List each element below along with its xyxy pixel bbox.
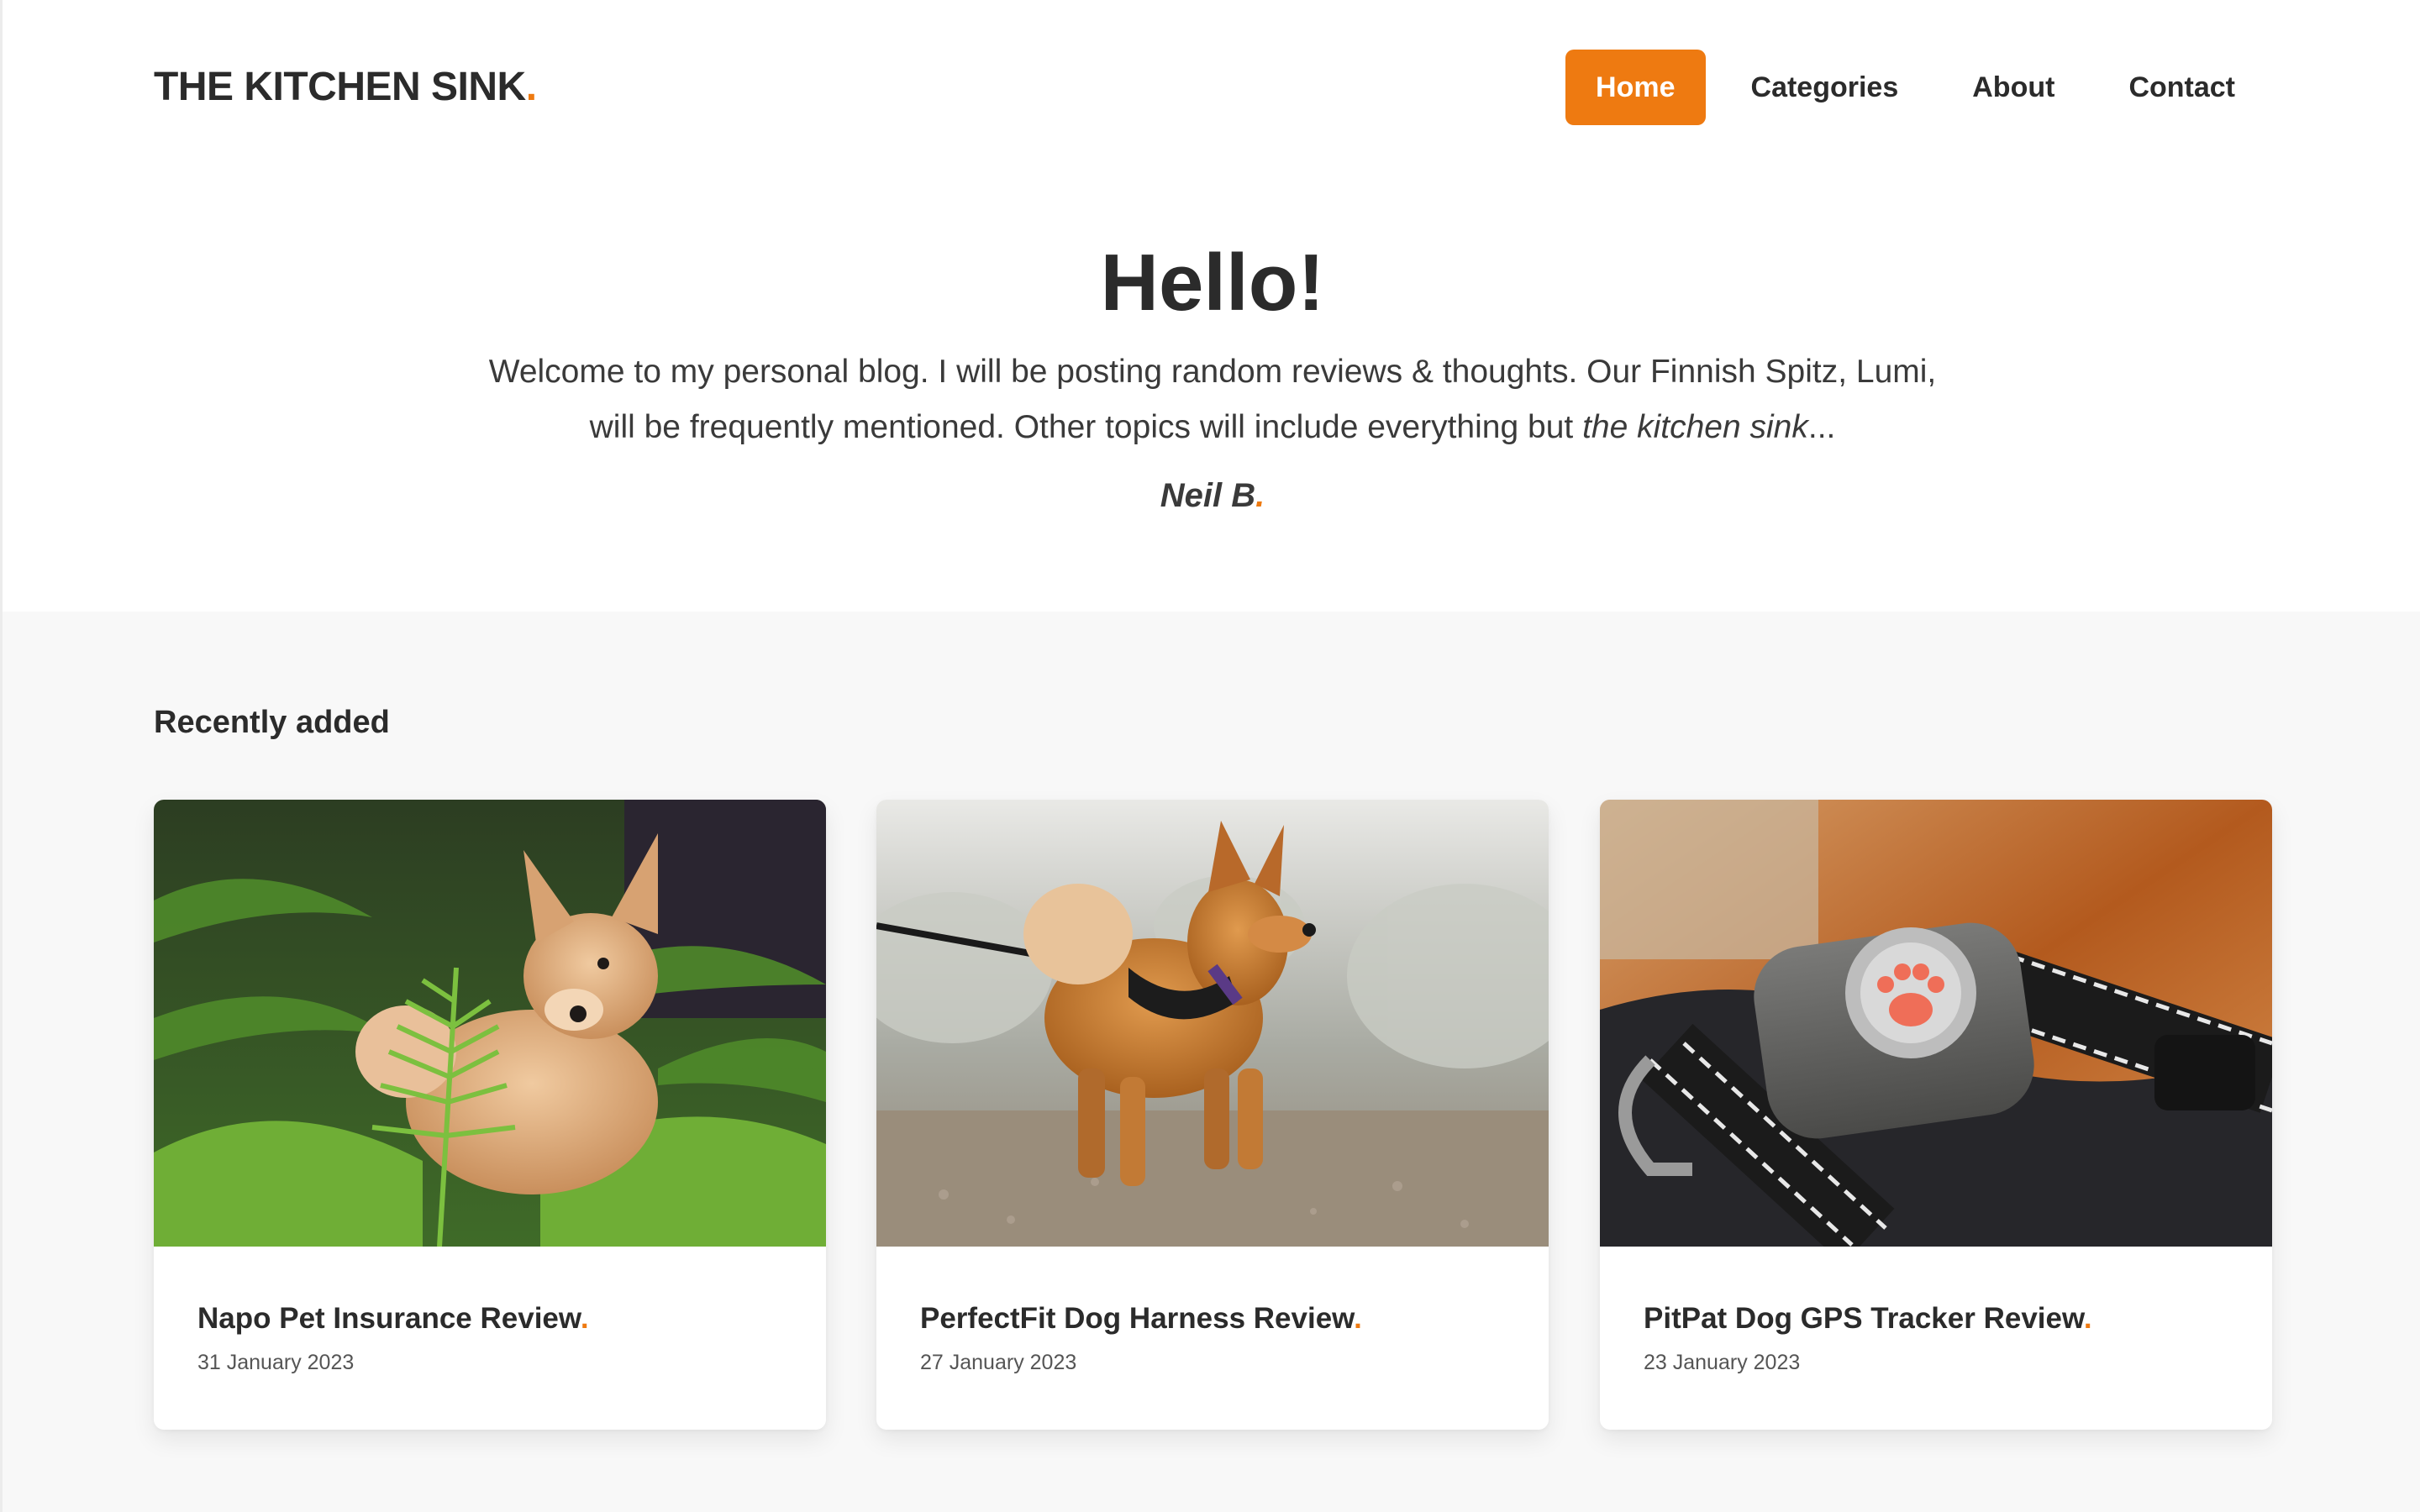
hero-intro-line2: will be frequently mentioned. Other topi… [589, 409, 1583, 445]
gps-tracker-closeup-photo [1600, 800, 2272, 1247]
post-title[interactable]: Napo Pet Insurance Review. [197, 1300, 589, 1337]
dog-in-ferns-photo [154, 800, 826, 1247]
hero-intro-ellipsis: ... [1807, 409, 1836, 445]
brand-name: THE KITCHEN SINK [154, 65, 526, 109]
post-card[interactable]: PitPat Dog GPS Tracker Review. 23 Januar… [1600, 800, 2272, 1430]
brand-dot: . [525, 65, 537, 109]
post-title[interactable]: PerfectFit Dog Harness Review. [920, 1300, 1362, 1337]
post-thumbnail-dog-harness[interactable] [876, 800, 1549, 1247]
post-title-dot: . [2083, 1302, 2092, 1335]
post-thumbnail-dog-in-ferns[interactable] [154, 800, 826, 1247]
signature-dot: . [1255, 477, 1265, 514]
post-title-text: PitPat Dog GPS Tracker Review [1644, 1302, 2084, 1335]
post-title-dot: . [580, 1302, 589, 1335]
post-title-dot: . [1354, 1302, 1362, 1335]
author-signature: Neil B. [3, 472, 2420, 519]
header-hero-section: THE KITCHEN SINK. Home Categories About … [0, 0, 2420, 612]
section-heading: Recently added [154, 705, 390, 740]
post-title-text: Napo Pet Insurance Review [197, 1302, 581, 1335]
site-logo[interactable]: THE KITCHEN SINK. [154, 64, 537, 111]
nav-contact[interactable]: Contact [2100, 50, 2264, 125]
post-thumbnail-gps-tracker[interactable] [1600, 800, 2272, 1247]
post-date: 23 January 2023 [1644, 1351, 1801, 1374]
hero-intro-italic: the kitchen sink [1582, 409, 1808, 445]
signature-name: Neil B [1160, 477, 1256, 514]
nav-home[interactable]: Home [1565, 50, 1706, 125]
hero-title: Hello! [1100, 238, 1325, 328]
post-card[interactable]: PerfectFit Dog Harness Review. 27 Januar… [876, 800, 1549, 1430]
nav-categories[interactable]: Categories [1723, 50, 1928, 125]
post-date: 31 January 2023 [197, 1351, 355, 1374]
main-nav: Home Categories About Contact [1549, 50, 2264, 125]
dog-harness-frost-photo [876, 800, 1549, 1247]
post-date: 27 January 2023 [920, 1351, 1077, 1374]
nav-about[interactable]: About [1944, 50, 2083, 125]
hero-intro: Welcome to my personal blog. I will be p… [423, 344, 2002, 455]
hero-intro-line1: Welcome to my personal blog. I will be p… [488, 354, 1937, 390]
post-card[interactable]: Napo Pet Insurance Review. 31 January 20… [154, 800, 826, 1430]
post-title[interactable]: PitPat Dog GPS Tracker Review. [1644, 1300, 2092, 1337]
recently-added-section: Recently added Napo Pet Insurance Review… [0, 612, 2420, 1512]
post-title-text: PerfectFit Dog Harness Review [920, 1302, 1355, 1335]
